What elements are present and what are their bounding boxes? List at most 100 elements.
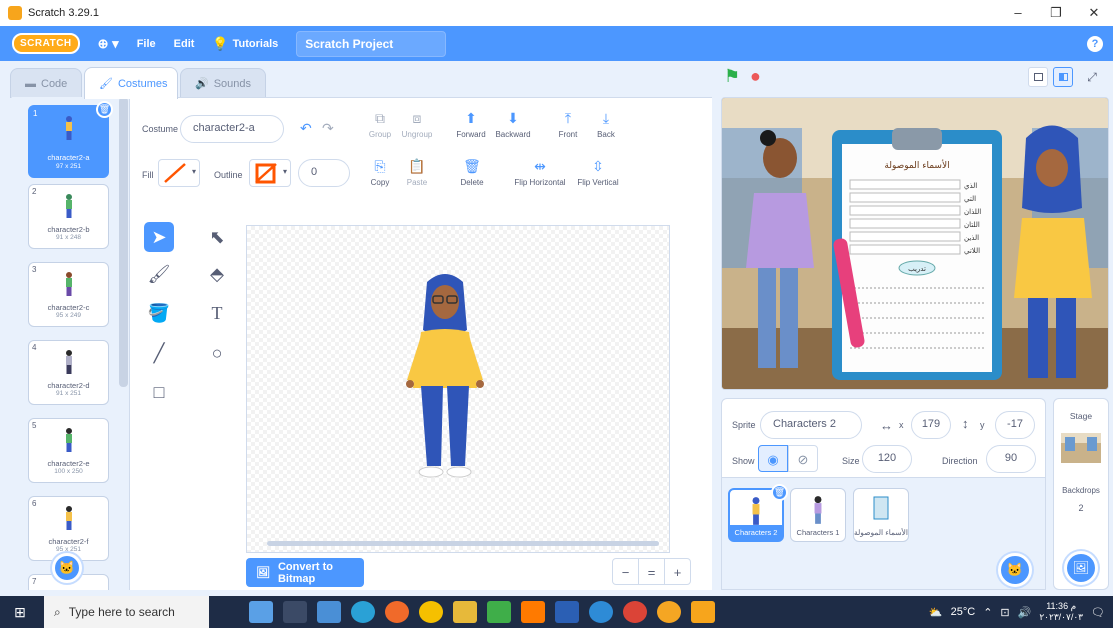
chrome-icon[interactable] xyxy=(623,601,647,623)
costume-tile[interactable]: 6 character2-f 95 x 251 xyxy=(28,496,109,561)
zoom-out-button[interactable]: − xyxy=(612,558,639,585)
outline-color-picker[interactable]: ▾ xyxy=(249,159,291,187)
stage-canvas[interactable]: الأسماء الموصولة الذي التي اللذان اللتان ال… xyxy=(721,97,1109,390)
delete-button[interactable]: 🗑 Delete xyxy=(455,158,489,187)
app-icon[interactable] xyxy=(657,601,681,623)
widget-icon[interactable] xyxy=(249,601,273,623)
normal-stage-button[interactable] xyxy=(1053,67,1073,87)
clock[interactable]: 11:36 م ٢٠٢٣/٠٧/٠٣ xyxy=(1039,601,1083,623)
language-menu[interactable]: ⊕ ▾ xyxy=(98,36,119,52)
show-hidden-button[interactable]: ⊘ xyxy=(788,445,818,472)
select-tool[interactable]: ➤ xyxy=(144,222,174,252)
small-stage-button[interactable] xyxy=(1028,67,1048,87)
show-visible-button[interactable]: ◉ xyxy=(758,445,788,472)
size-input[interactable]: 120 xyxy=(862,445,912,473)
windows-start-icon[interactable]: ⊞ xyxy=(0,604,40,621)
zoom-in-button[interactable]: + xyxy=(664,558,691,585)
sprite-tile[interactable]: Characters 1 xyxy=(790,488,846,542)
backdrops-label: Backdrops xyxy=(1062,486,1100,495)
costume-tile[interactable]: 2 character2-b 91 x 248 xyxy=(28,184,109,249)
x-input[interactable]: 179 xyxy=(911,411,951,439)
project-title-input[interactable]: Scratch Project xyxy=(296,30,447,57)
ungroup-button[interactable]: ⧈ Ungroup xyxy=(397,110,437,139)
taskbar-search[interactable]: ⌕ Type here to search xyxy=(44,596,209,628)
rectangle-tool[interactable]: □ xyxy=(144,377,174,407)
firefox-icon[interactable] xyxy=(385,601,409,623)
telegram-icon[interactable] xyxy=(589,601,613,623)
delete-costume-icon[interactable]: 🗑 xyxy=(96,101,113,118)
store-icon[interactable] xyxy=(487,601,511,623)
direction-input[interactable]: 90 xyxy=(986,445,1036,473)
costume-thumbnail xyxy=(65,116,72,140)
fill-color-picker[interactable]: ▾ xyxy=(158,159,200,187)
file-explorer-icon[interactable] xyxy=(453,601,477,623)
file-menu[interactable]: File xyxy=(137,38,156,50)
text-tool[interactable]: T xyxy=(202,298,232,328)
flip-vertical-button[interactable]: ⇳ Flip Vertical xyxy=(572,158,624,187)
convert-to-bitmap-button[interactable]: 🖼 Convert to Bitmap xyxy=(246,558,364,587)
redo-icon[interactable]: ↷ xyxy=(322,120,334,137)
front-button[interactable]: ⤒ Front xyxy=(553,110,583,139)
edge-icon[interactable] xyxy=(351,601,375,623)
svg-text:اللذان: اللذان xyxy=(964,208,981,216)
add-costume-button[interactable]: 🐱 xyxy=(52,553,82,583)
edit-menu[interactable]: Edit xyxy=(174,38,195,50)
app-icon[interactable] xyxy=(419,601,443,623)
tab-costumes[interactable]: 🖌 Costumes xyxy=(84,67,178,99)
fill-tool[interactable]: 🪣 xyxy=(144,298,174,328)
delete-sprite-icon[interactable]: 🗑 xyxy=(771,484,788,501)
scratch-taskbar-icon[interactable] xyxy=(691,601,715,623)
zoom-reset-button[interactable]: = xyxy=(638,558,665,585)
y-input[interactable]: -17 xyxy=(995,411,1035,439)
costume-tile[interactable]: 1 character2-a 97 x 251 🗑 xyxy=(28,101,113,178)
add-sprite-button[interactable]: 🐱 xyxy=(998,553,1032,587)
circle-tool[interactable]: ○ xyxy=(202,338,232,368)
tutorials-menu[interactable]: 💡 Tutorials xyxy=(212,36,278,52)
group-button[interactable]: ⧉ Group xyxy=(363,110,397,139)
eraser-tool[interactable]: ⬘ xyxy=(202,259,232,289)
costume-name-input[interactable]: character2-a xyxy=(180,115,284,143)
help-icon[interactable]: ? xyxy=(1087,35,1103,52)
reshape-tool[interactable]: ⬉ xyxy=(202,222,232,252)
undo-icon[interactable]: ↶ xyxy=(300,120,312,137)
fullscreen-button[interactable]: ⤢ xyxy=(1082,67,1102,87)
volume-icon[interactable]: 🔊 xyxy=(1018,606,1032,619)
forward-button[interactable]: ⬆ Forward xyxy=(453,110,489,139)
calculator-icon[interactable] xyxy=(317,601,341,623)
add-backdrop-button[interactable]: 🖼 xyxy=(1064,551,1098,585)
scratch-logo[interactable]: SCRATCH xyxy=(12,33,80,54)
stage-selector-panel[interactable]: Stage Backdrops 2 🖼 xyxy=(1053,398,1109,590)
word-icon[interactable] xyxy=(555,601,579,623)
costume-tile[interactable]: 5 character2-e 100 x 250 xyxy=(28,418,109,483)
backward-button[interactable]: ⬇ Backward xyxy=(492,110,534,139)
app-icon[interactable] xyxy=(521,601,545,623)
paste-button[interactable]: 📋 Paste xyxy=(400,158,434,187)
line-tool[interactable]: ╱ xyxy=(144,338,174,368)
costume-list-scrollbar[interactable] xyxy=(119,97,128,387)
minimize-button[interactable]: – xyxy=(999,5,1037,21)
close-button[interactable]: ✕ xyxy=(1075,5,1113,21)
task-view-icon[interactable] xyxy=(283,601,307,623)
text-icon: T xyxy=(211,303,223,323)
outline-width-input[interactable]: 0 xyxy=(298,159,350,187)
stop-icon[interactable]: ● xyxy=(750,66,761,87)
chevron-up-icon[interactable]: ⌃ xyxy=(983,606,992,619)
sprite-name-input[interactable]: Characters 2 xyxy=(760,411,862,439)
costume-tile[interactable]: 4 character2-d 91 x 251 xyxy=(28,340,109,405)
paint-canvas[interactable] xyxy=(246,225,670,553)
outline-label: Outline xyxy=(214,170,243,180)
notification-icon[interactable]: 🗨 xyxy=(1091,606,1105,619)
sprite-tile[interactable]: Characters 2 🗑 xyxy=(728,484,788,542)
tab-sounds[interactable]: 🔊 Sounds xyxy=(180,68,267,98)
tab-code[interactable]: ▬ Code xyxy=(10,68,83,98)
network-icon[interactable]: ⊡ xyxy=(1000,606,1009,619)
back-button[interactable]: ⤓ Back xyxy=(591,110,621,139)
costume-tile[interactable]: 3 character2-c 95 x 249 xyxy=(28,262,109,327)
copy-button[interactable]: ⎘ Copy xyxy=(363,158,397,187)
flip-horizontal-button[interactable]: ⇹ Flip Horizontal xyxy=(510,158,570,187)
sprite-tile[interactable]: الأسماء الموصولة xyxy=(853,488,909,542)
maximize-button[interactable]: ❐ xyxy=(1037,5,1075,21)
canvas-scrollbar[interactable] xyxy=(267,541,659,546)
green-flag-icon[interactable]: ⚑ xyxy=(724,66,740,87)
brush-tool[interactable]: 🖌 xyxy=(144,259,174,289)
